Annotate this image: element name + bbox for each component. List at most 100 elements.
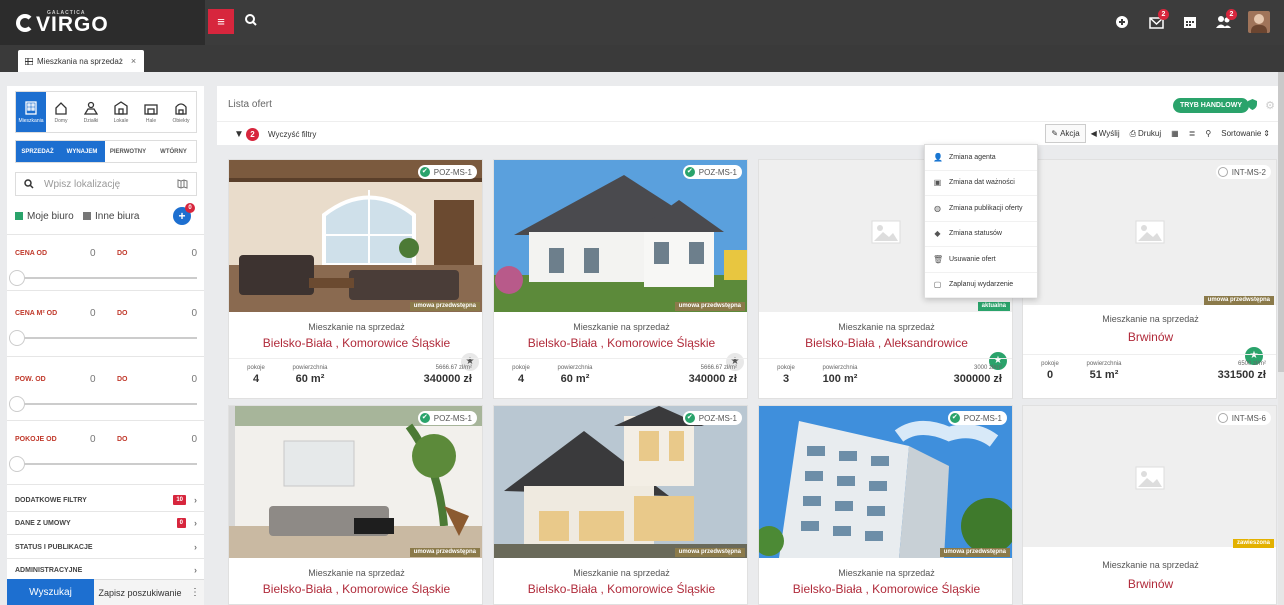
slider-handle[interactable]	[9, 270, 25, 286]
offer-location[interactable]: Bielsko-Biała , Komorowice Śląskie	[494, 336, 747, 350]
list-view-button[interactable]: ≣	[1184, 124, 1201, 143]
menu-item-change-statuses[interactable]: ◆ Zmiana statusów	[925, 222, 1037, 247]
list-toolbar: ✎ Akcja ◀ Wyślij ⎙ Drukuj ▦ ≣ ⚲ Sortowanie …	[1045, 124, 1275, 143]
offer-card[interactable]: INT-MS-6 zawieszona Mieszkanie na sprzed…	[1022, 405, 1277, 605]
price-m2-from-input[interactable]: 0	[90, 308, 117, 319]
slider-handle[interactable]	[9, 456, 25, 472]
offer-location[interactable]: Brwinów	[1023, 577, 1276, 591]
list-icon	[25, 57, 33, 65]
filter-icon[interactable]: ▼	[234, 129, 244, 140]
send-button[interactable]: ◀ Wyślij	[1086, 124, 1125, 143]
rooms-to-input[interactable]: 0	[172, 434, 197, 445]
search-button[interactable]: Wyszukaj	[7, 579, 94, 605]
radio-icon[interactable]	[1217, 167, 1228, 177]
offer-code: ✔ POZ-MS-1	[682, 165, 742, 179]
offer-card[interactable]: ✔ POZ-MS-1 umowa przedwstępna Mieszkanie …	[758, 405, 1013, 605]
checkbox-other-offices[interactable]: Inne biura	[83, 211, 163, 222]
offer-photo[interactable]	[759, 406, 1012, 558]
mode-rent[interactable]: WYNAJEM	[59, 141, 105, 162]
area-slider[interactable]	[9, 396, 197, 412]
radio-icon[interactable]	[1217, 413, 1228, 423]
rooms-from-input[interactable]: 0	[90, 434, 117, 445]
offer-location[interactable]: Bielsko-Biała , Komorowice Śląskie	[229, 336, 482, 350]
property-type-buildings[interactable]: Obiekty	[166, 92, 196, 132]
price-from-input[interactable]: 0	[90, 248, 117, 259]
area-to-input[interactable]: 0	[172, 374, 197, 385]
section-status-publications[interactable]: STATUS I PUBLIKACJE ›	[15, 539, 197, 555]
section-administrative[interactable]: ADMINISTRACYJNE ›	[15, 562, 197, 578]
offer-card[interactable]: ✔ POZ-MS-1 umowa przedwstępna Mieszkanie …	[228, 159, 483, 399]
price-m2-slider[interactable]	[9, 330, 197, 346]
tab-mieszkania[interactable]: Mieszkania na sprzedaż ×	[18, 50, 145, 72]
menu-item-change-publication[interactable]: ◍ Zmiana publikacji oferty	[925, 196, 1037, 222]
rooms-slider[interactable]	[9, 456, 197, 472]
location-input[interactable]: Wpisz lokalizację	[44, 179, 167, 190]
offer-card[interactable]: INT-MS-2 umowa przedwstępna Mieszkanie n…	[1022, 159, 1277, 399]
brand-logo[interactable]: GALACTICA VIRGO	[0, 0, 205, 45]
menu-item-schedule-event[interactable]: ▢ Zaplanuj wydarzenie	[925, 273, 1037, 298]
page-scrollbar[interactable]	[1278, 72, 1284, 605]
offer-location[interactable]: Bielsko-Biała , Komorowice Śląskie	[759, 582, 1012, 596]
status-badge: umowa przedwstępna	[1203, 296, 1274, 305]
clear-filters-button[interactable]: Wyczyść filtry	[268, 130, 316, 139]
property-type-land[interactable]: Działki	[76, 92, 106, 132]
property-type-apartments[interactable]: Mieszkania	[16, 92, 46, 132]
offer-location[interactable]: Bielsko-Biała , Aleksandrowice	[759, 336, 1012, 350]
map-icon[interactable]	[177, 179, 188, 189]
user-avatar[interactable]	[1248, 11, 1270, 33]
calendar-icon[interactable]	[1180, 12, 1200, 32]
divider	[7, 484, 204, 485]
price-m2-to-input[interactable]: 0	[172, 308, 197, 319]
section-contract-data[interactable]: DANE Z UMOWY 0 ›	[15, 515, 197, 531]
sort-button[interactable]: Sortowanie ⇕	[1216, 124, 1275, 143]
mode-primary[interactable]: PIERWOTNY	[105, 141, 151, 162]
checkbox-my-office[interactable]: Moje biuro	[15, 211, 83, 222]
offer-location[interactable]: Bielsko-Biała , Komorowice Śląskie	[494, 582, 747, 596]
scrollbar-thumb[interactable]	[1278, 72, 1284, 372]
trading-mode-toggle[interactable]: TRYB HANDLOWY	[1173, 98, 1249, 113]
action-button[interactable]: ✎ Akcja	[1045, 124, 1086, 143]
slider-handle[interactable]	[9, 330, 25, 346]
print-button[interactable]: ⎙ Drukuj	[1125, 124, 1167, 143]
property-type-halls[interactable]: Hale	[136, 92, 166, 132]
add-icon[interactable]	[1112, 12, 1132, 32]
more-options-button[interactable]: ⋮	[186, 579, 204, 605]
price-slider[interactable]	[9, 270, 197, 286]
property-type-commercial[interactable]: Lokale	[106, 92, 136, 132]
menu-item-change-agent[interactable]: 👤 Zmiana agenta	[925, 145, 1037, 171]
mode-sale[interactable]: SPRZEDAŻ	[16, 141, 59, 162]
offer-card[interactable]: ✔ POZ-MS-1 umowa przedwstępna Mieszkanie …	[493, 405, 748, 605]
offer-photo-placeholder[interactable]	[1023, 406, 1276, 547]
offer-card[interactable]: ✔ POZ-MS-1 umowa przedwstępna Mieszkanie …	[228, 405, 483, 605]
add-office-button[interactable]: +0	[173, 203, 195, 225]
mode-secondary[interactable]: WTÓRNY	[151, 141, 196, 162]
property-type-houses[interactable]: Domy	[46, 92, 76, 132]
living-room-photo	[229, 160, 482, 312]
section-additional-filters[interactable]: DODATKOWE FILTRY 10 ›	[15, 492, 197, 508]
menu-toggle-button[interactable]: ≡	[208, 9, 234, 34]
offer-photo[interactable]	[494, 406, 747, 558]
menu-item-change-dates[interactable]: ▣ Zmiana dat ważności	[925, 171, 1037, 196]
save-search-button[interactable]: Zapisz poszukiwanie	[94, 579, 186, 605]
price-to-input[interactable]: 0	[172, 248, 197, 259]
section-badge: 10	[173, 495, 186, 505]
offer-photo[interactable]	[229, 406, 482, 558]
offer-location[interactable]: Brwinów	[1023, 330, 1276, 344]
location-search[interactable]: Wpisz lokalizację	[15, 172, 197, 196]
users-icon[interactable]: 2	[1214, 9, 1237, 32]
grid-view-button[interactable]: ▦	[1166, 124, 1184, 143]
slider-handle[interactable]	[9, 396, 25, 412]
offer-card[interactable]: ✔ POZ-MS-1 umowa przedwstępna Mieszkanie …	[493, 159, 748, 399]
offer-photo[interactable]	[494, 160, 747, 312]
offer-photo-placeholder[interactable]	[1023, 160, 1276, 305]
map-view-button[interactable]: ⚲	[1200, 124, 1216, 143]
mail-icon[interactable]: 2	[1146, 9, 1169, 32]
shield-icon[interactable]	[1248, 99, 1257, 110]
area-from-input[interactable]: 0	[90, 374, 117, 385]
offer-location[interactable]: Bielsko-Biała , Komorowice Śląskie	[229, 582, 482, 596]
search-icon[interactable]	[244, 13, 258, 27]
menu-item-delete-offers[interactable]: 🗑 Usuwanie ofert	[925, 247, 1037, 273]
gear-icon[interactable]: ⚙	[1265, 99, 1275, 112]
tab-close-icon[interactable]: ×	[131, 56, 136, 66]
offer-photo[interactable]	[229, 160, 482, 312]
